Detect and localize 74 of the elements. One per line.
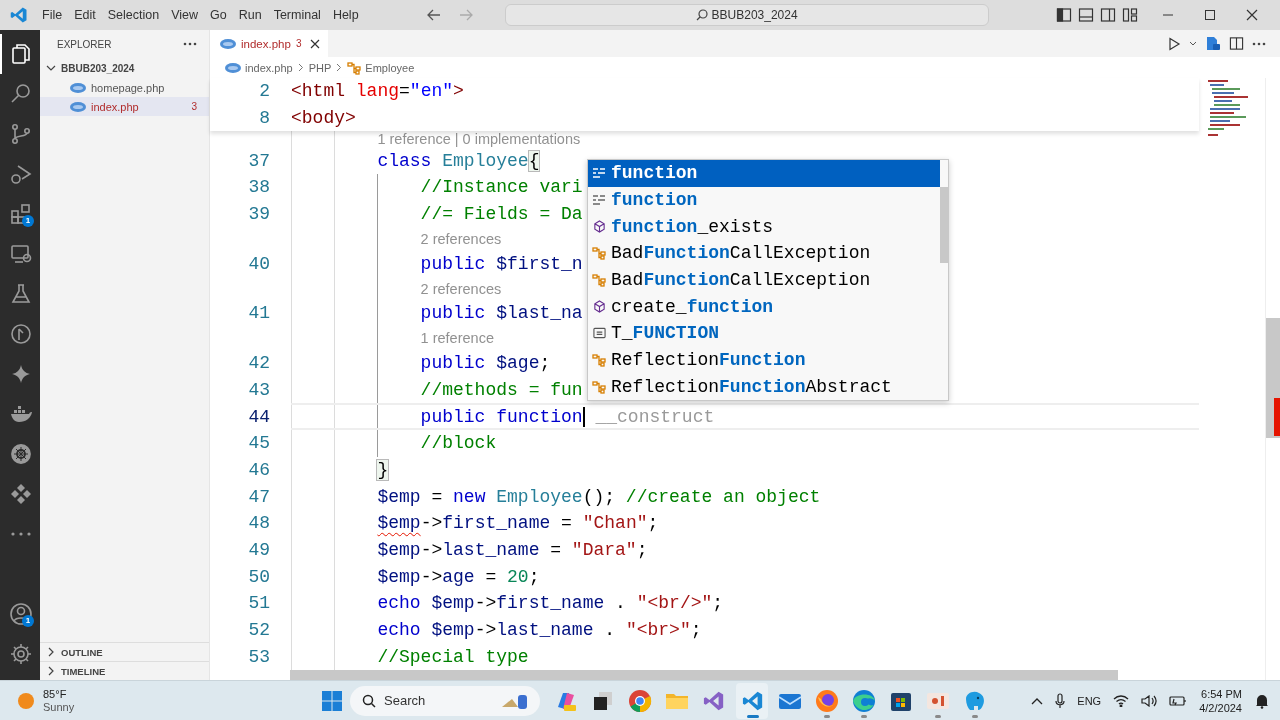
line-number: 45 [247,433,271,454]
suggestion-item[interactable]: BadFunctionCallException [588,240,940,267]
menu-item[interactable]: View [165,8,204,22]
code-line: echo $emp->last_name . "<br>"; [377,620,702,641]
temperature: 85°F [43,687,68,701]
suggestion-item[interactable]: create_function [588,293,940,321]
line-number: 53 [247,646,271,667]
breadcrumb-item[interactable]: Employee [347,60,415,75]
language-indicator[interactable]: ENG [1077,694,1102,707]
menu-item[interactable]: File [36,8,69,22]
suggestion-item[interactable]: BadFunctionCallException [588,266,940,294]
code-line: $emp = new Employee(); //create an object [377,486,821,507]
code-line: //= Fields = Da [420,204,583,225]
code-line: public function [420,406,583,427]
suggestion-item[interactable]: function_exists [588,213,940,241]
line-number: 49 [247,539,271,560]
menu-item[interactable]: Terminal [267,8,327,22]
line-number: 40 [247,253,271,274]
menu-item[interactable]: Run [232,8,268,22]
explorer-row[interactable]: index.php 3 [40,97,209,116]
editor-tab[interactable]: index.php 3 [210,30,329,57]
line-number: 51 [247,593,271,614]
suggestion-item[interactable]: function [588,186,940,214]
line-number: 47 [247,486,271,507]
menu-item[interactable]: Go [204,8,233,22]
code-line: class Employee{ [377,150,540,171]
line-number: 2 [258,81,271,102]
line-number: 48 [247,513,271,534]
line-number: 38 [247,177,271,198]
clock-time[interactable]: 6:54 PM [1201,686,1242,701]
breadcrumb-item[interactable]: index.php [225,61,293,74]
line-number: 52 [247,620,271,641]
section-header[interactable]: OUTLINE [40,642,209,662]
code-line: $emp->age = 20; [377,566,540,587]
line-number: 42 [247,353,271,374]
line-number: 39 [247,204,271,225]
line-number: 8 [258,108,271,129]
line-number: 43 [247,379,271,400]
workspace-name: BBUB203_2024 [711,8,798,22]
line-number: 44 [247,406,271,427]
code-line: public $age; [420,353,551,374]
menu-item[interactable]: Selection [101,8,166,22]
code-line: //methods = fun [420,379,583,400]
suggestion-item[interactable]: function [588,160,940,187]
code-line: <body> [291,108,356,129]
menu-item[interactable]: Edit [68,8,102,22]
suggestion-item[interactable]: ReflectionFunction [588,346,940,374]
line-number: 41 [247,303,271,324]
suggestion-item[interactable]: T_FUNCTION [588,320,940,347]
suggestion-item[interactable]: ReflectionFunctionAbstract [588,373,940,401]
code-line: echo $emp->first_name . "<br/>"; [377,593,724,614]
explorer-row[interactable]: homepage.php [40,78,209,97]
code-line: //Special type [377,646,529,667]
code-line: $emp->first_name = "Chan"; [377,513,659,534]
notification-badge: 1 [22,615,34,628]
notification-badge: 1 [22,215,34,227]
code-line: $emp->last_name = "Dara"; [377,539,648,560]
line-number: 46 [247,459,271,480]
line-number: 37 [247,150,271,171]
code-line: //Instance vari [420,177,583,198]
search-field[interactable]: Search [350,685,540,716]
code-line: //block [420,433,497,454]
breadcrumb-item[interactable]: PHP [308,61,332,74]
code-line: <html lang="en"> [291,81,464,102]
ghost-text: __construct [595,406,715,427]
menu-item[interactable]: Help [326,8,365,22]
code-line: public $first_n [420,253,583,274]
sidebar-title: EXPLORER [57,38,112,50]
folder-item[interactable]: BBUB203_2024 [40,58,209,78]
code-line: public $last_na [420,303,583,324]
line-number: 50 [247,566,271,587]
clock-date[interactable]: 4/2/2024 [1199,700,1242,715]
command-center[interactable]: BBUB203_2024 [504,4,989,26]
weather-condition: Sunny [43,700,75,714]
